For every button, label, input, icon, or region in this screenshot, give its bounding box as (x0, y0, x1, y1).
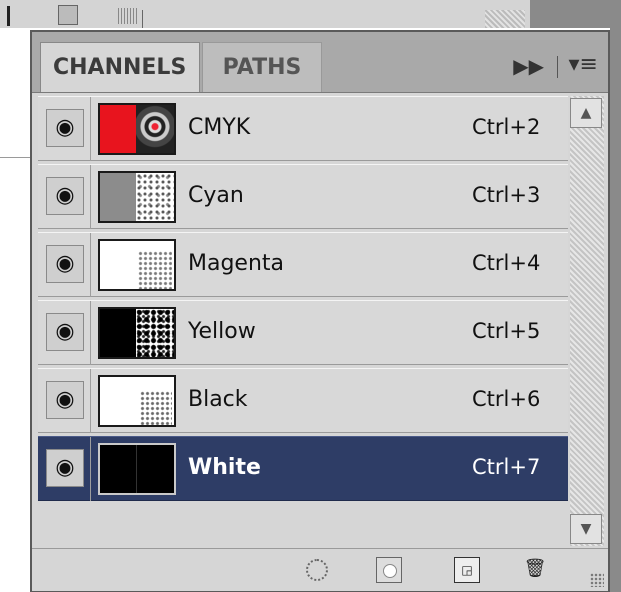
row-divider (90, 369, 91, 433)
background-grip (118, 8, 138, 24)
row-divider (90, 301, 91, 365)
row-divider (90, 165, 91, 229)
panel-menu-icon[interactable]: ▾≡ (569, 52, 598, 77)
window-edge (7, 6, 10, 26)
channel-name: Yellow (188, 319, 256, 344)
channel-thumbnail (98, 103, 176, 155)
channel-name: Magenta (188, 251, 285, 276)
channel-thumbnail (98, 307, 176, 359)
eye-icon[interactable]: ◉ (46, 109, 84, 147)
trash-icon[interactable]: 🗑 (522, 557, 548, 583)
row-divider (90, 97, 91, 161)
channel-shortcut: Ctrl+7 (472, 455, 541, 479)
channel-thumbnail (98, 375, 176, 427)
background-separator (142, 10, 143, 28)
channel-name: White (188, 455, 261, 480)
tab-paths[interactable]: PATHS (202, 42, 322, 92)
save-selection-mask-icon[interactable] (376, 557, 402, 583)
background-right-edge (610, 28, 621, 592)
channel-shortcut: Ctrl+3 (472, 183, 541, 207)
channel-row-yellow[interactable]: ◉ Yellow Ctrl+5 (38, 300, 568, 365)
row-divider (90, 233, 91, 297)
tab-channels[interactable]: CHANNELS (40, 42, 200, 92)
row-divider (90, 437, 91, 501)
channel-row-cyan[interactable]: ◉ Cyan Ctrl+3 (38, 164, 568, 229)
eye-icon[interactable]: ◉ (46, 381, 84, 419)
channel-shortcut: Ctrl+5 (472, 319, 541, 343)
background-dark-area (530, 0, 621, 28)
load-selection-icon[interactable] (306, 559, 328, 581)
background-trash-icon (58, 5, 78, 25)
new-channel-icon[interactable]: ◲ (454, 557, 480, 583)
channels-panel: CHANNELS PATHS ▶▶ ▾≡ ◉ CMYK Ctrl+2 ◉ Cya… (30, 30, 610, 592)
channel-name: CMYK (188, 115, 251, 140)
channel-name: Black (188, 387, 248, 412)
background-toolbar-strip (0, 0, 621, 28)
eye-icon[interactable]: ◉ (46, 449, 84, 487)
channel-shortcut: Ctrl+4 (472, 251, 541, 275)
channel-list: ◉ CMYK Ctrl+2 ◉ Cyan Ctrl+3 ◉ Magenta Ct… (38, 96, 568, 546)
tab-bar: CHANNELS PATHS ▶▶ ▾≡ (32, 32, 608, 93)
channel-row-magenta[interactable]: ◉ Magenta Ctrl+4 (38, 232, 568, 297)
double-arrow-icon[interactable]: ▶▶ (513, 54, 544, 78)
scrollbar[interactable]: ▲ ▼ (570, 96, 604, 546)
resize-grip-icon[interactable] (590, 573, 604, 587)
panel-toolbar: ◲ 🗑 (32, 548, 608, 591)
channel-name: Cyan (188, 183, 244, 208)
channel-thumbnail (98, 443, 176, 495)
channel-shortcut: Ctrl+6 (472, 387, 541, 411)
background-divider (0, 157, 30, 158)
menu-separator (557, 56, 558, 78)
scroll-up-icon[interactable]: ▲ (570, 98, 602, 128)
eye-icon[interactable]: ◉ (46, 177, 84, 215)
channel-thumbnail (98, 239, 176, 291)
channel-row-cmyk[interactable]: ◉ CMYK Ctrl+2 (38, 96, 568, 161)
channel-row-white[interactable]: ◉ White Ctrl+7 (38, 436, 568, 501)
eye-icon[interactable]: ◉ (46, 245, 84, 283)
scroll-down-icon[interactable]: ▼ (570, 514, 602, 544)
eye-icon[interactable]: ◉ (46, 313, 84, 351)
background-scroll-pattern (485, 10, 525, 28)
channel-row-black[interactable]: ◉ Black Ctrl+6 (38, 368, 568, 433)
channel-shortcut: Ctrl+2 (472, 115, 541, 139)
channel-thumbnail (98, 171, 176, 223)
